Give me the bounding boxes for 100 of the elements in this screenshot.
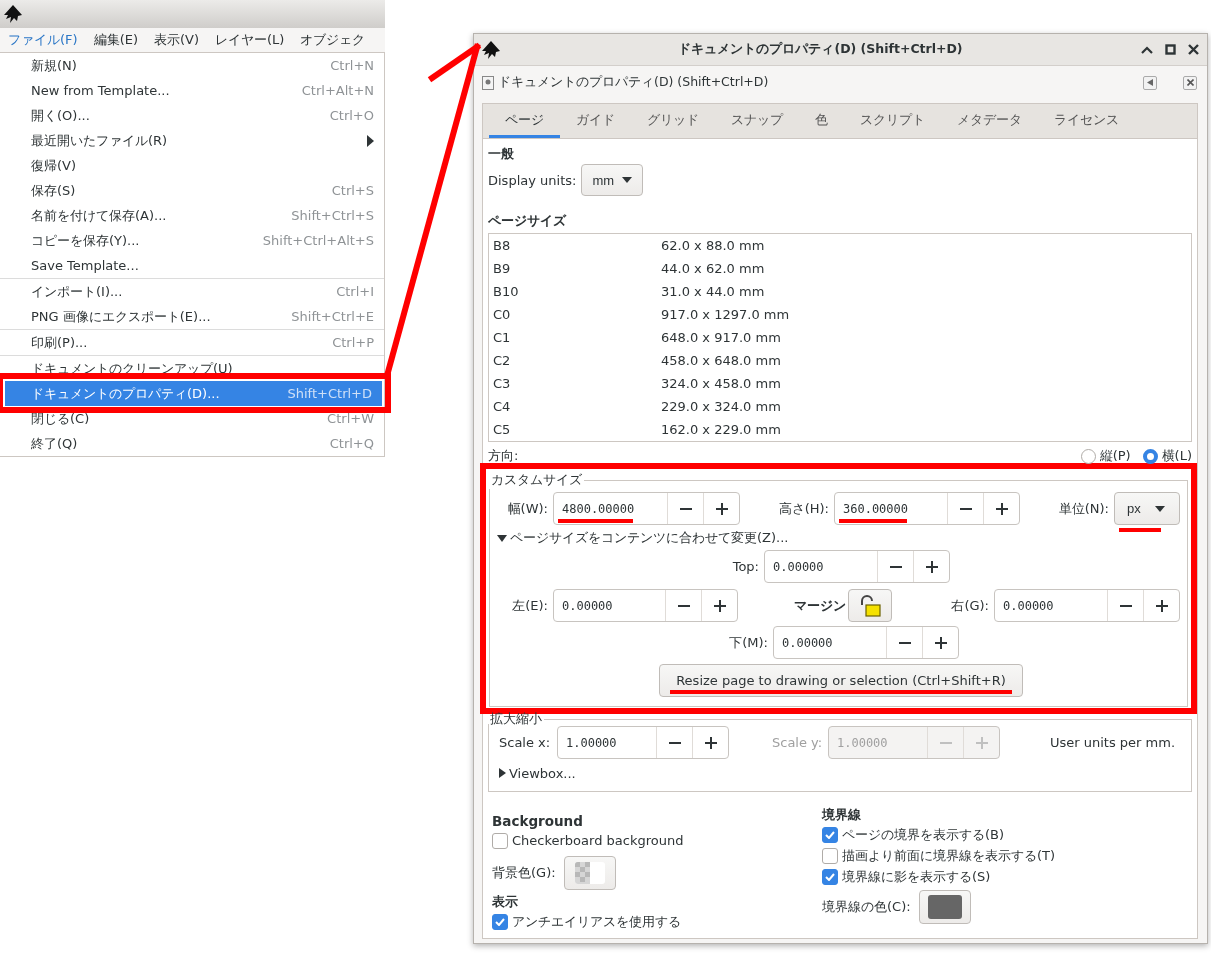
menu-item[interactable]: 保存(S) Ctrl+S [0,178,384,203]
close-button[interactable] [1183,75,1197,90]
field-label: Scale y: [772,735,824,750]
lock-button[interactable] [848,589,892,622]
resize-button[interactable]: Resize page to drawing or selection (Ctrl+Shift+R) [659,664,1023,697]
menu-item[interactable]: 新規(N) Ctrl+N [0,53,384,78]
size-name: C1 [493,330,512,345]
close-icon [1186,79,1194,86]
units-dropdown[interactable]: mm [581,164,644,196]
field-label: Scale x: [499,735,552,750]
caret-icon [1154,505,1165,512]
size-name: B9 [493,261,512,276]
menu-item[interactable]: 閉じる(C) Ctrl+W [0,406,384,431]
size-name: C2 [493,353,512,368]
number-field[interactable]: 0.00000 [765,551,877,582]
field-label: 高さ(H): [777,499,830,518]
checkbox[interactable] [822,847,838,864]
tab[interactable]: スクリプト [844,104,941,138]
radio-button[interactable] [1080,448,1096,464]
size-name: B8 [493,238,512,253]
padlock-icon [858,594,882,617]
field-label: 背景色(G): [492,864,556,882]
number-field[interactable]: 0.00000 [774,627,886,658]
color-button[interactable] [918,890,971,924]
menu-item[interactable]: 最近開いたファイル(R) [0,128,384,153]
tab[interactable]: ガイド [560,104,631,138]
dock-button[interactable] [1143,75,1157,90]
plus-icon [704,736,717,749]
size-name: C3 [493,376,512,391]
number-field[interactable]: 0.00000 [995,590,1107,621]
menu-bar-item[interactable]: 編集(E) [85,28,146,52]
field-label: Top: [731,559,760,574]
tab[interactable]: ライセンス [1038,104,1135,138]
number-field[interactable]: 4800.00000 [554,493,667,524]
menu-item[interactable]: 終了(Q) Ctrl+Q [0,431,384,456]
field-label: 幅(W): [506,499,549,518]
maximize-button[interactable] [1163,42,1178,57]
number-field[interactable]: 1.00000 [558,727,656,758]
panel-title: ドキュメントのプロパティ(D) (Shift+Ctrl+D) [498,74,770,91]
field-label: 境界線の色(C): [822,898,911,916]
checkbox-label: アンチエイリアスを使用する [512,912,681,931]
menu-item[interactable]: インポート(I)... Ctrl+I [0,279,384,304]
field-label: 単位(N): [1057,499,1110,518]
close-icon [1188,44,1199,55]
logo-icon [480,39,502,60]
triangle-icon [1147,79,1153,86]
check-icon [825,872,835,881]
radio-button[interactable] [1142,448,1158,464]
number-field[interactable]: 360.00000 [835,493,947,524]
size-dimensions: 62.0 x 88.0 mm [661,238,765,253]
close-button[interactable] [1186,42,1201,57]
plus-icon [975,736,988,749]
radio-label: 縦(P) [1099,447,1131,465]
menu-item[interactable]: コピーを保存(Y)... Shift+Ctrl+Alt+S [0,228,384,253]
underline-mark [839,519,907,523]
checkbox-label: 境界線に影を表示する(S) [842,867,991,886]
size-dimensions: 229.0 x 324.0 mm [661,399,781,414]
check-icon [825,830,835,839]
size-name: C4 [493,399,512,414]
menu-bar-item[interactable]: オブジェク [292,28,374,52]
menu-item[interactable]: ドキュメントのプロパティ(D)... Shift+Ctrl+D [5,381,382,406]
number-field[interactable]: 0.00000 [554,590,665,621]
menu-item[interactable]: 復帰(V) [0,153,384,178]
menu-item[interactable]: PNG 画像にエクスポート(E)... Shift+Ctrl+E [0,304,384,329]
size-name: C0 [493,307,512,322]
checkbox[interactable] [492,832,508,849]
size-dimensions: 648.0 x 917.0 mm [661,330,781,345]
tab[interactable]: メタデータ [941,104,1038,138]
tab[interactable]: グリッド [631,104,715,138]
section-heading: 一般 [488,145,515,163]
field-label: 下(M): [728,633,769,652]
checkbox[interactable] [822,868,838,885]
tab[interactable]: ページ [489,104,560,138]
plus-icon [995,502,1008,515]
window-title: ドキュメントのプロパティ(D) (Shift+Ctrl+D) [677,41,964,58]
group-title: 拡大縮小 [489,714,543,724]
checkbox[interactable] [492,913,508,930]
checkbox[interactable] [822,826,838,843]
size-dimensions: 44.0 x 62.0 mm [661,261,765,276]
menu-item[interactable]: 印刷(P)... Ctrl+P [0,330,384,355]
color-button[interactable] [563,856,616,890]
size-dimensions: 917.0 x 1297.0 mm [661,307,790,322]
menu-bar-item[interactable]: レイヤー(L) [207,28,293,52]
field-label: マージン [793,596,846,615]
menu-item[interactable]: 開く(O)... Ctrl+O [0,103,384,128]
field-label: Display units: [488,172,577,188]
expander-label[interactable]: Viewbox... [509,765,576,781]
menu-item[interactable]: New from Template... Ctrl+Alt+N [0,78,384,103]
checkbox-label: ページの境界を表示する(B) [842,825,1005,844]
plus-icon [715,502,728,515]
checkerboard-icon [574,862,605,884]
tab[interactable]: 色 [799,104,844,138]
menu-bar-item[interactable]: 表示(V) [146,28,208,52]
menu-item[interactable]: Save Template... [0,253,384,278]
menu-item[interactable]: 名前を付けて保存(A)... Shift+Ctrl+S [0,203,384,228]
plus-icon [925,560,938,573]
caret-icon [622,177,633,183]
expander-label[interactable]: ページサイズをコンテンツに合わせて変更(Z)... [510,529,789,547]
section-heading: Background [492,812,584,830]
tab[interactable]: スナップ [715,104,799,138]
